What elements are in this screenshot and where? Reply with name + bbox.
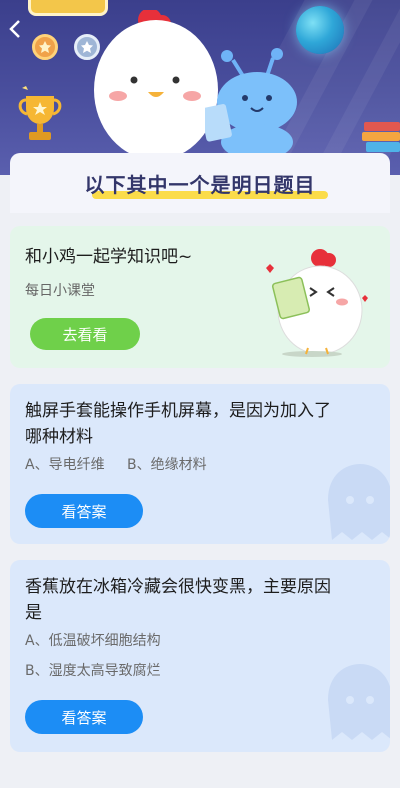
option-a: A、低温破坏细胞结构: [25, 633, 161, 649]
view-answer-button[interactable]: 看答案: [25, 700, 143, 734]
question-card: 触屏手套能操作手机屏幕，是因为加入了哪种材料 A、导电纤维 B、绝缘材料 看答案: [10, 384, 390, 544]
page-title: 以下其中一个是明日题目: [84, 172, 316, 197]
options-row: A、导电纤维 B、绝缘材料: [25, 454, 225, 474]
gold-medal-icon: [32, 34, 58, 60]
alien-mascot: [205, 48, 297, 156]
option-b: B、绝缘材料: [127, 457, 207, 473]
header-banner: [0, 0, 400, 175]
question-text: 触屏手套能操作手机屏幕，是因为加入了哪种材料: [25, 401, 331, 447]
trophy-icon: [18, 86, 62, 140]
question-card: 香蕉放在冰箱冷藏会很快变黑，主要原因是 A、低温破坏细胞结构 B、湿度太高导致腐…: [10, 560, 390, 752]
promo-card: 和小鸡一起学知识吧~ 每日小课堂 去看看: [10, 226, 390, 368]
option-b: B、湿度太高导致腐烂: [25, 663, 161, 679]
chicken-reading-illustration: [266, 249, 368, 357]
back-button[interactable]: [8, 18, 28, 42]
option-a: A、导电纤维: [25, 457, 105, 473]
ghost-watermark-icon: [328, 664, 390, 740]
go-see-button[interactable]: 去看看: [30, 318, 140, 350]
books-icon: [362, 122, 400, 152]
promo-subtitle: 每日小课堂: [25, 283, 95, 299]
question-text: 香蕉放在冰箱冷藏会很快变黑，主要原因是: [25, 577, 331, 623]
view-answer-button[interactable]: 看答案: [25, 494, 143, 528]
ghost-watermark-icon: [328, 464, 390, 540]
title-section: 以下其中一个是明日题目: [10, 153, 390, 213]
chevron-left-icon: [9, 20, 20, 38]
